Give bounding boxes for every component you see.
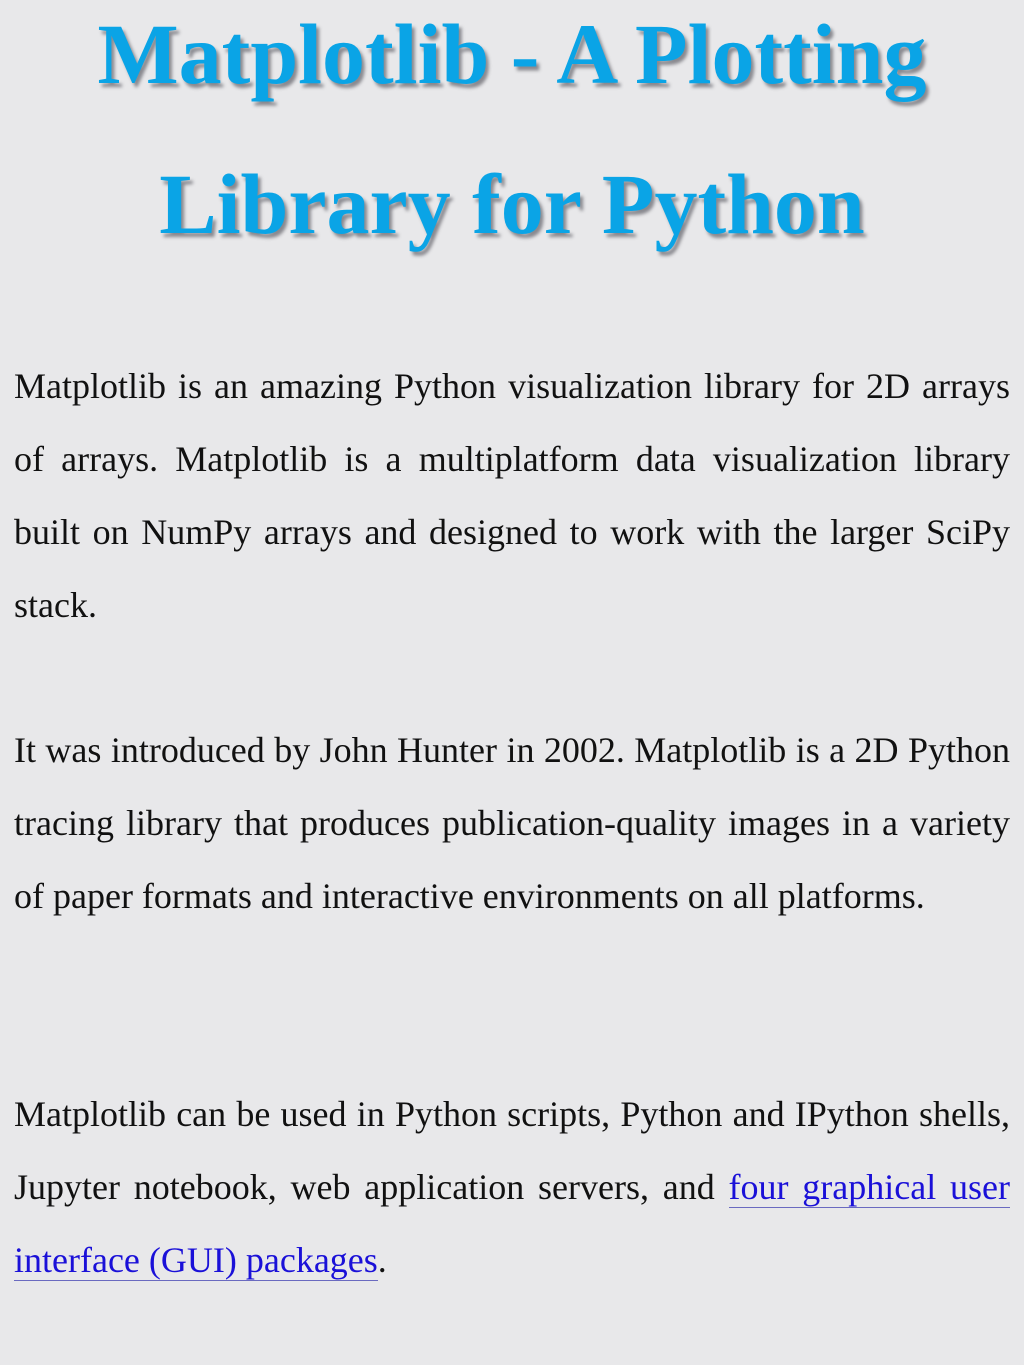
paragraph-history: It was introduced by John Hunter in 2002… — [14, 730, 1010, 916]
page-title: Matplotlib - A Plotting Library for Pyth… — [0, 4, 1024, 254]
paragraph-usage: Matplotlib can be used in Python scripts… — [14, 1078, 1011, 1297]
paragraph-intro: Matplotlib is an amazing Python visualiz… — [14, 366, 1010, 625]
title-line-1: Matplotlib - A Plotting — [97, 6, 927, 102]
title-line-2: Library for Python — [159, 156, 865, 252]
usage-text-end: . — [377, 1240, 387, 1280]
